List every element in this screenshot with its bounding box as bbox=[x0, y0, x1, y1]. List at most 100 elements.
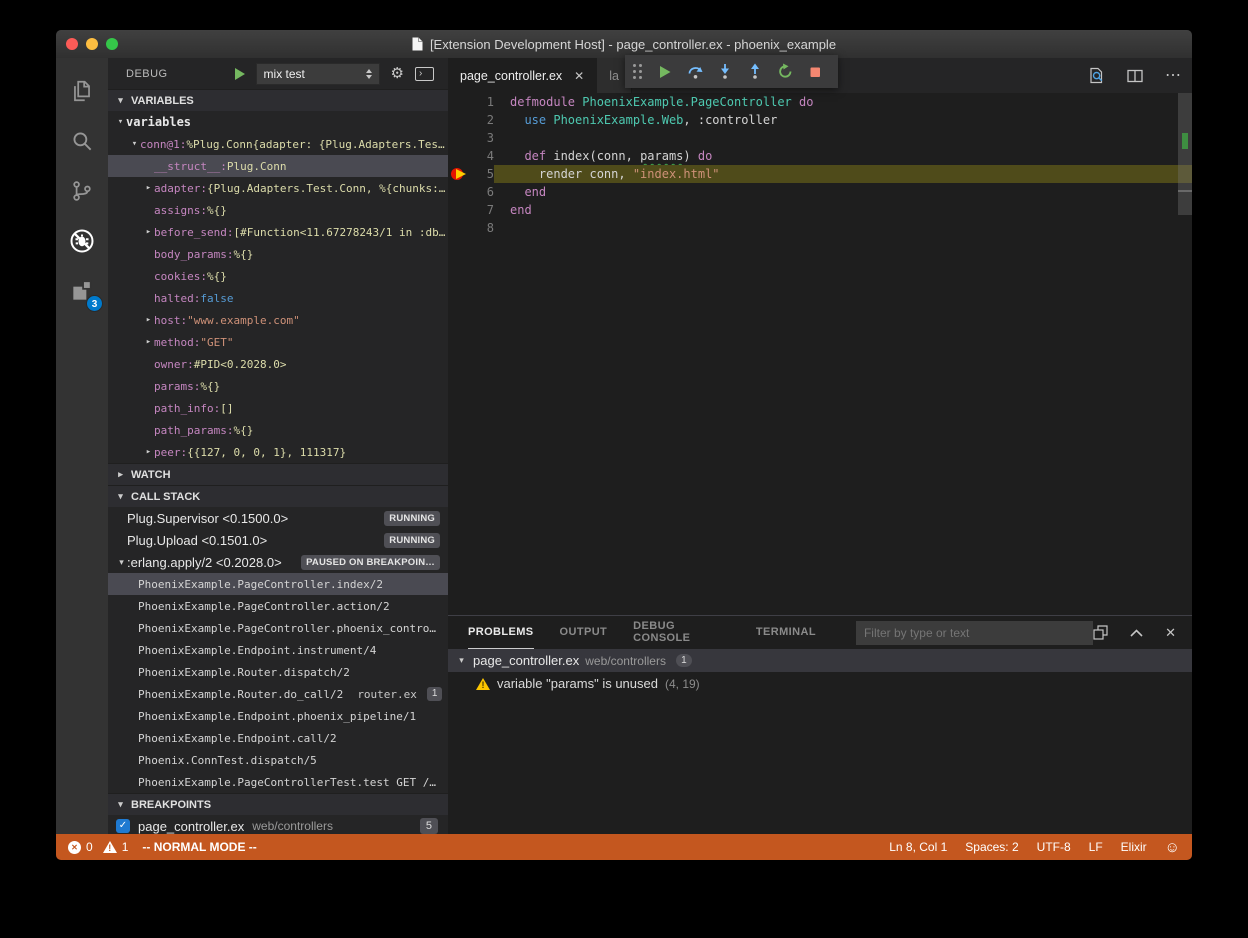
stack-frame-row[interactable]: PhoenixExample.Endpoint.call/2 bbox=[108, 727, 448, 749]
open-preview-icon[interactable] bbox=[1088, 67, 1105, 84]
language-mode[interactable]: Elixir bbox=[1121, 840, 1147, 854]
configure-gear-icon[interactable]: ⚙ bbox=[391, 66, 404, 81]
close-panel-icon[interactable]: ✕ bbox=[1165, 625, 1176, 641]
file-icon bbox=[412, 37, 423, 51]
code-line[interactable]: 4 def index(conn, params) do bbox=[448, 147, 1192, 165]
variable-row[interactable]: ▸host: "www.example.com" bbox=[108, 309, 448, 331]
variable-row[interactable]: ▸path_params: %{} bbox=[108, 419, 448, 441]
section-watch[interactable]: ▸ WATCH bbox=[108, 463, 448, 485]
step-out-button[interactable] bbox=[740, 55, 770, 88]
debug-console-icon[interactable] bbox=[415, 67, 434, 81]
variable-row[interactable]: ▸assigns: %{} bbox=[108, 199, 448, 221]
chevron-right-icon: ▸ bbox=[143, 315, 154, 325]
variable-row[interactable]: ▸path_info: [] bbox=[108, 397, 448, 419]
restart-button[interactable] bbox=[770, 55, 800, 88]
tab-problems[interactable]: PROBLEMS bbox=[468, 616, 534, 649]
collapse-all-icon[interactable] bbox=[1093, 625, 1108, 640]
encoding-setting[interactable]: UTF-8 bbox=[1037, 840, 1071, 854]
variable-value: [] bbox=[220, 402, 233, 415]
overview-ruler-mark-grey bbox=[1178, 190, 1192, 192]
problems-status[interactable]: 0 1 bbox=[68, 840, 128, 854]
section-variables[interactable]: ▾ VARIABLES bbox=[108, 89, 448, 111]
variable-row[interactable]: ▸owner: #PID<0.2028.0> bbox=[108, 353, 448, 375]
debug-icon[interactable] bbox=[56, 216, 108, 266]
breakpoint-checkbox[interactable]: ✓ bbox=[116, 819, 130, 833]
code-text: def index(conn, params) do bbox=[494, 147, 1192, 165]
stack-frame-row[interactable]: PhoenixExample.Router.dispatch/2 bbox=[108, 661, 448, 683]
stack-frame-row[interactable]: PhoenixExample.PageController.phoenix_co… bbox=[108, 617, 448, 639]
launch-configuration-select[interactable]: mix test bbox=[256, 63, 380, 85]
breakpoint-path: web/controllers bbox=[252, 819, 333, 833]
feedback-smiley-icon[interactable]: ☺ bbox=[1165, 840, 1180, 855]
source-control-icon[interactable] bbox=[56, 166, 108, 216]
breakpoint-row[interactable]: ✓page_controller.exweb/controllers5 bbox=[108, 815, 448, 834]
code-line[interactable]: 6 end bbox=[448, 183, 1192, 201]
editor-scrollbar[interactable] bbox=[1178, 93, 1192, 215]
titlebar: [Extension Development Host] - page_cont… bbox=[56, 30, 1192, 58]
cursor-position[interactable]: Ln 8, Col 1 bbox=[889, 840, 947, 854]
code-line[interactable]: 7end bbox=[448, 201, 1192, 219]
stack-frame-row[interactable]: PhoenixExample.PageController.index/2 bbox=[108, 573, 448, 595]
section-breakpoints[interactable]: ▾ BREAKPOINTS bbox=[108, 793, 448, 815]
start-debugging-button[interactable] bbox=[235, 68, 245, 80]
tab-terminal[interactable]: TERMINAL bbox=[756, 616, 816, 649]
variable-row[interactable]: ▸__struct__: Plug.Conn bbox=[108, 155, 448, 177]
code-line[interactable]: 3 bbox=[448, 129, 1192, 147]
variable-row[interactable]: ▾conn@1: %Plug.Conn{adapter: {Plug.Adapt… bbox=[108, 133, 448, 155]
zoom-window-button[interactable] bbox=[106, 38, 118, 50]
variable-row[interactable]: ▸peer: {{127, 0, 0, 1}, 111317} bbox=[108, 441, 448, 463]
variable-row[interactable]: ▸before_send: [#Function<11.67278243/1 i… bbox=[108, 221, 448, 243]
tab-page-controller[interactable]: page_controller.ex ✕ bbox=[448, 58, 597, 93]
code-editor[interactable]: 1defmodule PhoenixExample.PageController… bbox=[448, 93, 1192, 615]
indentation-setting[interactable]: Spaces: 2 bbox=[965, 840, 1018, 854]
callstack-thread-row[interactable]: ▸Plug.Upload <0.1501.0>RUNNING bbox=[108, 529, 448, 551]
code-line[interactable]: 1defmodule PhoenixExample.PageController… bbox=[448, 93, 1192, 111]
more-actions-icon[interactable]: ⋯ bbox=[1165, 68, 1182, 84]
code-line[interactable]: 5 render conn, "index.html" bbox=[448, 165, 1192, 183]
code-line[interactable]: 8 bbox=[448, 219, 1192, 237]
variable-name: path_params: bbox=[154, 424, 233, 437]
variable-row[interactable]: ▸params: %{} bbox=[108, 375, 448, 397]
gutter-glyph-margin bbox=[448, 201, 468, 219]
extensions-icon[interactable]: 3 bbox=[56, 266, 108, 316]
tab-output[interactable]: OUTPUT bbox=[560, 616, 608, 649]
minimize-window-button[interactable] bbox=[86, 38, 98, 50]
callstack-thread-row[interactable]: ▾:erlang.apply/2 <0.2028.0>PAUSED ON BRE… bbox=[108, 551, 448, 573]
continue-button[interactable] bbox=[650, 55, 680, 88]
stack-frame-row[interactable]: Phoenix.ConnTest.dispatch/5 bbox=[108, 749, 448, 771]
tab-debug-console[interactable]: DEBUG CONSOLE bbox=[633, 616, 730, 649]
variable-row[interactable]: ▸halted: false bbox=[108, 287, 448, 309]
close-icon[interactable]: ✕ bbox=[574, 69, 584, 83]
variable-row[interactable]: ▸cookies: %{} bbox=[108, 265, 448, 287]
step-into-button[interactable] bbox=[710, 55, 740, 88]
variable-row[interactable]: ▸adapter: {Plug.Adapters.Test.Conn, %{ch… bbox=[108, 177, 448, 199]
problem-row[interactable]: variable "params" is unused (4, 19) bbox=[448, 672, 1192, 695]
callstack-thread-row[interactable]: ▸Plug.Supervisor <0.1500.0>RUNNING bbox=[108, 507, 448, 529]
maximize-panel-icon[interactable] bbox=[1130, 629, 1143, 637]
code-text: render conn, "index.html" bbox=[494, 165, 1192, 183]
section-call-stack[interactable]: ▾ CALL STACK bbox=[108, 485, 448, 507]
problems-filter-input[interactable] bbox=[856, 621, 1093, 645]
stack-frame-row[interactable]: PhoenixExample.PageController.action/2 bbox=[108, 595, 448, 617]
split-editor-icon[interactable] bbox=[1127, 69, 1143, 83]
stack-frame-row[interactable]: PhoenixExample.PageControllerTest.test G… bbox=[108, 771, 448, 793]
stack-frame-row[interactable]: PhoenixExample.Router.do_call/2router.ex… bbox=[108, 683, 448, 705]
search-icon[interactable] bbox=[56, 116, 108, 166]
stop-button[interactable] bbox=[800, 55, 830, 88]
explorer-icon[interactable] bbox=[56, 66, 108, 116]
stack-frame-row[interactable]: PhoenixExample.Endpoint.phoenix_pipeline… bbox=[108, 705, 448, 727]
chevron-down-icon: ▾ bbox=[129, 139, 140, 149]
code-line[interactable]: 2 use PhoenixExample.Web, :controller bbox=[448, 111, 1192, 129]
variable-row[interactable]: ▾variables bbox=[108, 111, 448, 133]
eol-setting[interactable]: LF bbox=[1089, 840, 1103, 854]
variable-row[interactable]: ▸body_params: %{} bbox=[108, 243, 448, 265]
step-over-button[interactable] bbox=[680, 55, 710, 88]
variable-row[interactable]: ▸method: "GET" bbox=[108, 331, 448, 353]
drag-handle-icon[interactable] bbox=[633, 64, 642, 79]
variable-value: "GET" bbox=[200, 336, 233, 349]
thread-name: :erlang.apply/2 <0.2028.0> bbox=[127, 555, 282, 570]
stack-frame-row[interactable]: PhoenixExample.Endpoint.instrument/4 bbox=[108, 639, 448, 661]
close-window-button[interactable] bbox=[66, 38, 78, 50]
problem-group-row[interactable]: ▾ page_controller.ex web/controllers 1 bbox=[448, 649, 1192, 672]
tab-label: page_controller.ex bbox=[460, 69, 562, 83]
